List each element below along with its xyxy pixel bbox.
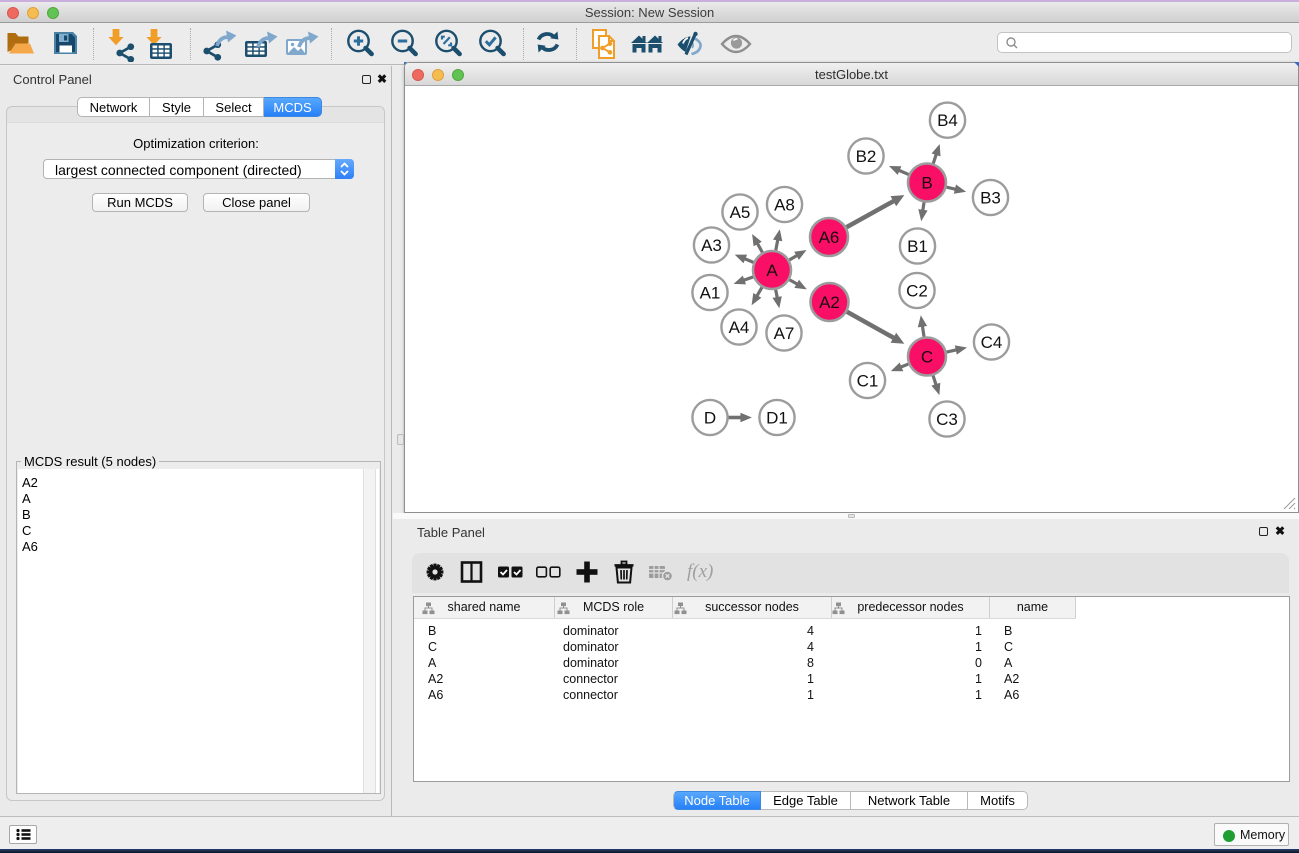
svg-text:A1: A1 xyxy=(700,283,721,302)
svg-text:C2: C2 xyxy=(906,281,928,300)
svg-text:A4: A4 xyxy=(729,318,750,337)
svg-text:B: B xyxy=(921,173,932,192)
svg-text:A2: A2 xyxy=(819,293,840,312)
svg-text:B2: B2 xyxy=(856,147,877,166)
svg-text:C3: C3 xyxy=(936,410,958,429)
svg-text:C: C xyxy=(921,347,933,366)
svg-text:A7: A7 xyxy=(774,324,795,343)
svg-text:A6: A6 xyxy=(819,228,840,247)
svg-text:A: A xyxy=(766,261,778,280)
svg-text:C1: C1 xyxy=(857,371,879,390)
svg-text:D: D xyxy=(704,408,716,427)
svg-text:A8: A8 xyxy=(774,195,795,214)
svg-text:C4: C4 xyxy=(981,333,1003,352)
svg-text:B1: B1 xyxy=(907,237,928,256)
svg-text:A3: A3 xyxy=(701,236,722,255)
svg-text:D1: D1 xyxy=(766,408,788,427)
svg-text:B3: B3 xyxy=(980,188,1001,207)
svg-text:A5: A5 xyxy=(730,203,751,222)
svg-text:B4: B4 xyxy=(937,111,958,130)
